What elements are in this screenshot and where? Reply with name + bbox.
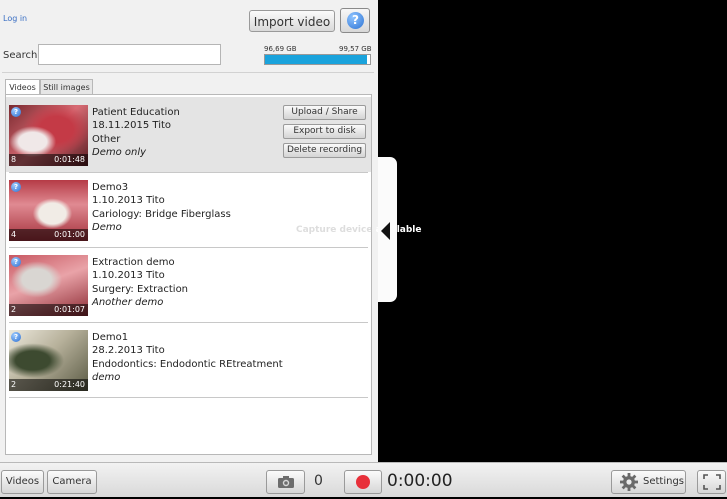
video-thumbnail[interactable]: ? 2 0:21:40 bbox=[9, 330, 88, 391]
camera-icon bbox=[277, 476, 294, 488]
recording-title: Demo3 bbox=[92, 182, 129, 193]
clip-count: 4 bbox=[11, 230, 17, 239]
photo-count: 0 bbox=[314, 473, 323, 489]
recording-category: Endodontics: Endodontic REtreatment bbox=[92, 358, 283, 370]
clip-count: 8 bbox=[11, 155, 17, 164]
recording-row[interactable]: ? 8 0:01:48 Patient Education 18.11.2015… bbox=[6, 97, 371, 173]
fullscreen-button[interactable] bbox=[697, 470, 726, 494]
tab-videos[interactable]: Videos bbox=[5, 79, 40, 95]
recording-category: Other bbox=[92, 133, 121, 145]
video-thumbnail[interactable]: ? 8 0:01:48 bbox=[9, 105, 88, 166]
recording-description: Demo bbox=[92, 221, 122, 233]
info-icon: ? bbox=[11, 182, 21, 192]
recording-date: 18.11.2015 Tito bbox=[92, 120, 172, 132]
row-divider bbox=[9, 397, 368, 398]
fullscreen-icon bbox=[702, 474, 721, 490]
disk-used-text: 96,69 GB bbox=[264, 45, 297, 53]
recording-info: Patient Education 18.11.2015 Tito Other … bbox=[92, 106, 180, 159]
videos-button[interactable]: Videos bbox=[1, 470, 44, 494]
recording-info: Demo1 28.2.2013 Tito Endodontics: Endodo… bbox=[92, 331, 283, 384]
tab-still-images[interactable]: Still images bbox=[40, 79, 93, 95]
help-icon: ? bbox=[347, 12, 364, 29]
recording-date: 1.10.2013 Tito bbox=[92, 195, 165, 207]
record-icon bbox=[356, 475, 370, 489]
recording-category: Surgery: Extraction bbox=[92, 283, 189, 295]
recording-title: Demo1 bbox=[92, 332, 129, 343]
search-input[interactable] bbox=[38, 44, 221, 65]
recording-row[interactable]: ? 2 0:21:40 Demo1 28.2.2013 Tito Endodon… bbox=[6, 322, 371, 398]
recording-description: demo bbox=[92, 371, 121, 383]
record-button[interactable] bbox=[344, 470, 382, 494]
help-button[interactable]: ? bbox=[340, 8, 370, 33]
clip-count: 2 bbox=[11, 305, 17, 314]
capture-status-dim: Capture device bbox=[296, 225, 373, 235]
gear-icon bbox=[620, 473, 638, 491]
recording-title: Patient Education bbox=[92, 107, 180, 118]
collapse-arrow-icon[interactable] bbox=[381, 222, 390, 240]
recording-description: Another demo bbox=[92, 296, 164, 308]
video-thumbnail[interactable]: ? 2 0:01:07 bbox=[9, 255, 88, 316]
login-link[interactable]: Log in bbox=[3, 14, 27, 23]
disk-usage-fill bbox=[265, 55, 367, 64]
recording-row[interactable]: ? 4 0:01:00 Demo3 1.10.2013 Tito Cariolo… bbox=[6, 172, 371, 248]
recording-date: 1.10.2013 Tito bbox=[92, 270, 165, 282]
clip-count: 2 bbox=[11, 380, 17, 389]
divider bbox=[2, 72, 374, 73]
import-video-button[interactable]: Import video bbox=[249, 10, 335, 32]
settings-button[interactable]: Settings bbox=[611, 470, 686, 494]
delete-recording-button[interactable]: Delete recording bbox=[283, 143, 366, 158]
export-to-disk-button[interactable]: Export to disk bbox=[283, 124, 366, 139]
capture-status-text: Capture device available bbox=[296, 225, 421, 235]
take-photo-button[interactable] bbox=[266, 470, 305, 494]
upload-share-button[interactable]: Upload / Share bbox=[283, 105, 366, 120]
recording-date: 28.2.2013 Tito bbox=[92, 345, 165, 357]
recording-row[interactable]: ? 2 0:01:07 Extraction demo 1.10.2013 Ti… bbox=[6, 247, 371, 323]
recording-info: Demo3 1.10.2013 Tito Cariology: Bridge F… bbox=[92, 181, 231, 234]
clip-duration: 0:01:00 bbox=[54, 230, 85, 239]
info-icon: ? bbox=[11, 257, 21, 267]
settings-label: Settings bbox=[643, 476, 685, 487]
recording-title: Extraction demo bbox=[92, 257, 175, 268]
info-icon: ? bbox=[11, 332, 21, 342]
clip-duration: 0:01:48 bbox=[54, 155, 85, 164]
camera-preview-area bbox=[378, 0, 727, 462]
recording-description: Demo only bbox=[92, 146, 147, 158]
disk-total-text: 99,57 GB bbox=[339, 45, 372, 53]
bottom-toolbar: Videos Camera 0 0:00:00 Settings bbox=[0, 462, 727, 497]
recording-category: Cariology: Bridge Fiberglass bbox=[92, 208, 231, 220]
search-label: Search bbox=[3, 50, 38, 61]
recording-timer: 0:00:00 bbox=[387, 471, 453, 491]
recording-info: Extraction demo 1.10.2013 Tito Surgery: … bbox=[92, 256, 188, 309]
clip-duration: 0:21:40 bbox=[54, 380, 85, 389]
video-thumbnail[interactable]: ? 4 0:01:00 bbox=[9, 180, 88, 241]
camera-button[interactable]: Camera bbox=[47, 470, 97, 494]
info-icon: ? bbox=[11, 107, 21, 117]
clip-duration: 0:01:07 bbox=[54, 305, 85, 314]
disk-usage-bar bbox=[264, 54, 371, 65]
recordings-list: ? 8 0:01:48 Patient Education 18.11.2015… bbox=[5, 94, 372, 455]
